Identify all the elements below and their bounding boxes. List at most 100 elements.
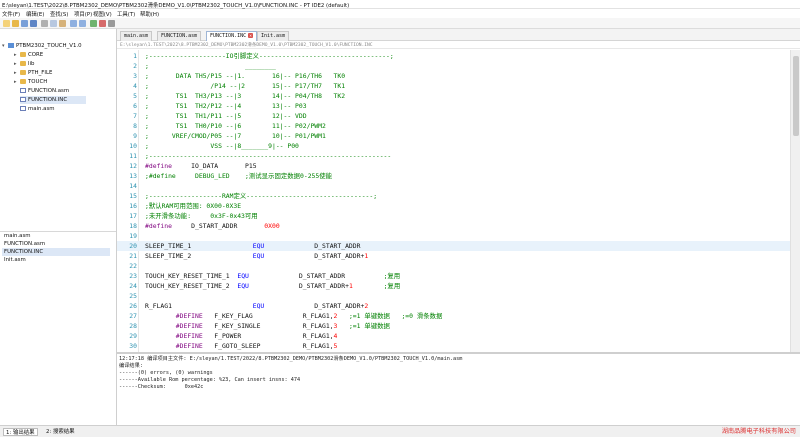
paste-icon[interactable] (59, 20, 66, 27)
code-line[interactable]: 22 (117, 261, 790, 271)
scrollbar-thumb[interactable] (793, 56, 799, 136)
menu-help[interactable]: 帮助(H) (140, 10, 159, 18)
code-line[interactable]: 23 TOUCH_KEY_RESET_TIME_1 EQU D_START_ADD… (117, 271, 790, 281)
folder-icon (20, 52, 26, 57)
code-line[interactable]: 15 ;-------------------RAM定义-------------… (117, 191, 790, 201)
code-text[interactable]: #DEFINE F_KEY_FLAG R_FLAG1,2 ;=1 单键数据 ;=… (145, 311, 443, 321)
tab-search-results[interactable]: 2: 搜索结果 (44, 428, 77, 436)
code-text[interactable]: #DEFINE F_GOTO_SLEEP R_FLAG1,5 (145, 341, 338, 351)
code-text[interactable]: #DEFINE F_POWER R_FLAG1,4 (145, 331, 338, 341)
code-line[interactable]: 16 ;默认RAM可用范围: 0X00-0X3E (117, 201, 790, 211)
comment-icon[interactable] (108, 20, 115, 27)
code-text[interactable]: R_FLAG1 EQU D_START_ADDR+2 (145, 301, 368, 311)
line-number: 24 (129, 282, 137, 290)
code-text[interactable]: ;默认RAM可用范围: 0X00-0X3E (145, 201, 241, 211)
code-line[interactable]: 26 R_FLAG1 EQU D_START_ADDR+2 (117, 301, 790, 311)
code-line[interactable]: 29 #DEFINE F_POWER R_FLAG1,4 (117, 331, 790, 341)
code-line[interactable]: 5 ; TS1 TH3/P13 --|3 14|-- P04/TH8 TK2 (117, 91, 790, 101)
tree-folder-label: PTH_FILE (28, 70, 53, 76)
code-line[interactable]: 8 ; TS1 TH0/P10 --|6 11|-- P02/PWM2 (117, 121, 790, 131)
open-folder-icon[interactable] (12, 20, 19, 27)
code-line[interactable]: 25 (117, 291, 790, 301)
code-line[interactable]: 24 TOUCH_KEY_RESET_TIME_2 EQU D_START_ADD… (117, 281, 790, 291)
code-line[interactable]: 7 ; TS1 TH1/P11 --|5 12|-- VDD (117, 111, 790, 121)
code-text[interactable]: ; DATA TH5/P15 --|1. 16|-- P16/TH6 TK0 (145, 71, 345, 81)
code-line[interactable]: 11 ;-------------------------------------… (117, 151, 790, 161)
code-text[interactable]: ;-------------------RAM定义---------------… (145, 191, 377, 201)
code-line[interactable]: 19 (117, 231, 790, 241)
code-line[interactable]: 20 SLEEP_TIME_1 EQU D_START_ADDR (117, 241, 790, 251)
tree-folder-core[interactable]: ▸ CORE (14, 51, 43, 59)
code-text[interactable]: #define D_START_ADDR 0X00 (145, 221, 280, 231)
code-line[interactable]: 27 #DEFINE F_KEY_FLAG R_FLAG1,2 ;=1 单键数据… (117, 311, 790, 321)
menu-view[interactable]: 视图(V) (93, 10, 112, 18)
tab-output-results[interactable]: 1: 输出结果 (3, 428, 38, 436)
tree-folder-touch[interactable]: ▸ TOUCH (14, 78, 47, 86)
code-text[interactable]: ; VREF/CMOD/P05 --|7 10|-- P01/PWM1 (145, 131, 326, 141)
tree-folder-lib[interactable]: ▸ lib (14, 60, 34, 68)
tree-file-function-inc[interactable]: FUNCTION.INC (20, 96, 86, 104)
close-icon[interactable]: × (248, 33, 254, 38)
save-icon[interactable] (21, 20, 28, 27)
code-text[interactable]: ;未开滑条功能: 0x3F-0x43可用 (145, 211, 258, 221)
code-line[interactable]: 18 #define D_START_ADDR 0X00 (117, 221, 790, 231)
code-text[interactable]: ;--------------------IO引脚定义-------------… (145, 51, 394, 61)
code-line[interactable]: 12 #define IO_DATA P15 (117, 161, 790, 171)
build-icon[interactable] (90, 20, 97, 27)
code-line[interactable]: 1 ;--------------------IO引脚定义------------… (117, 51, 790, 61)
menu-search[interactable]: 查找(S) (50, 10, 68, 18)
tree-file-main-asm[interactable]: main.asm (20, 105, 55, 113)
tree-folder-pth-file[interactable]: ▸ PTH_FILE (14, 69, 52, 77)
vertical-scrollbar[interactable] (790, 50, 800, 352)
save-all-icon[interactable] (30, 20, 37, 27)
code-line[interactable]: 9 ; VREF/CMOD/P05 --|7 10|-- P01/PWM1 (117, 131, 790, 141)
code-line[interactable]: 4 ; /P14 --|2 15|-- P17/TH7 TK1 (117, 81, 790, 91)
code-line[interactable]: 6 ; TS1 TH2/P12 --|4 13|-- P03 (117, 101, 790, 111)
tab-main-asm[interactable]: main.asm (120, 31, 153, 41)
code-text[interactable]: SLEEP_TIME_1 EQU D_START_ADDR (145, 241, 360, 251)
code-text[interactable]: ; TS1 TH2/P12 --|4 13|-- P03 (145, 101, 307, 111)
code-text[interactable]: ;#define DEBUG_LED ;测试显示固定数据0-255使能 (145, 171, 332, 181)
code-line[interactable]: 21 SLEEP_TIME_2 EQU D_START_ADDR+1 (117, 251, 790, 261)
copy-icon[interactable] (50, 20, 57, 27)
code-line[interactable]: 13 ;#define DEBUG_LED ;测试显示固定数据0-255使能 (117, 171, 790, 181)
code-text[interactable]: TOUCH_KEY_RESET_TIME_2 EQU D_START_ADDR+… (145, 281, 400, 291)
menu-edit[interactable]: 编辑(E) (26, 10, 44, 18)
stop-icon[interactable] (99, 20, 106, 27)
code-line[interactable]: 2 ; ________ (117, 61, 790, 71)
code-text[interactable]: ; VSS --|8_______9|-- P00 (145, 141, 299, 151)
open-file-item[interactable]: FUNCTION.INC (2, 248, 110, 256)
code-text[interactable]: ; TS1 TH1/P11 --|5 12|-- VDD (145, 111, 307, 121)
code-text[interactable]: #define IO_DATA P15 (145, 161, 257, 171)
menu-file[interactable]: 文件(F) (2, 10, 20, 18)
tab-function-inc[interactable]: FUNCTION.INC × (206, 31, 258, 41)
code-line[interactable]: 17 ;未开滑条功能: 0x3F-0x43可用 (117, 211, 790, 221)
code-line[interactable]: 14 (117, 181, 790, 191)
code-text[interactable]: #DEFINE F_KEY_SINGLE R_FLAG1,3 ;=1 单键数据 (145, 321, 390, 331)
code-text[interactable]: ; /P14 --|2 15|-- P17/TH7 TK1 (145, 81, 345, 91)
new-file-icon[interactable] (3, 20, 10, 27)
menu-tools[interactable]: 工具(T) (117, 10, 135, 18)
code-text[interactable]: ; ________ (145, 61, 276, 71)
menu-project[interactable]: 项目(P) (74, 10, 92, 18)
code-text[interactable]: ; TS1 TH3/P13 --|3 14|-- P04/TH8 TK2 (145, 91, 345, 101)
code-text[interactable]: TOUCH_KEY_RESET_TIME_1 EQU D_START_ADDR … (145, 271, 400, 281)
cut-icon[interactable] (41, 20, 48, 27)
tab-init-asm[interactable]: Init.asm (257, 31, 290, 41)
undo-icon[interactable] (70, 20, 77, 27)
open-file-item[interactable]: Init.asm (2, 256, 110, 264)
code-editor[interactable]: 1 ;--------------------IO引脚定义------------… (117, 50, 790, 352)
code-text[interactable]: ; TS1 TH0/P10 --|6 11|-- P02/PWM2 (145, 121, 326, 131)
open-file-item[interactable]: FUNCTION.asm (2, 240, 110, 248)
code-line[interactable]: 3 ; DATA TH5/P15 --|1. 16|-- P16/TH6 TK0 (117, 71, 790, 81)
redo-icon[interactable] (79, 20, 86, 27)
code-text[interactable]: SLEEP_TIME_2 EQU D_START_ADDR+1 (145, 251, 368, 261)
code-line[interactable]: 30 #DEFINE F_GOTO_SLEEP R_FLAG1,5 (117, 341, 790, 351)
tree-file-function-asm[interactable]: FUNCTION.asm (20, 87, 69, 95)
code-text[interactable]: ;---------------------------------------… (145, 151, 391, 161)
tree-project[interactable]: ▾ PTBM2302_TOUCH_V1.0 (2, 42, 82, 50)
code-line[interactable]: 28 #DEFINE F_KEY_SINGLE R_FLAG1,3 ;=1 单键… (117, 321, 790, 331)
open-file-item[interactable]: main.asm (2, 232, 110, 240)
code-line[interactable]: 10 ; VSS --|8_______9|-- P00 (117, 141, 790, 151)
tab-function-asm[interactable]: FUNCTION.asm (157, 31, 202, 41)
